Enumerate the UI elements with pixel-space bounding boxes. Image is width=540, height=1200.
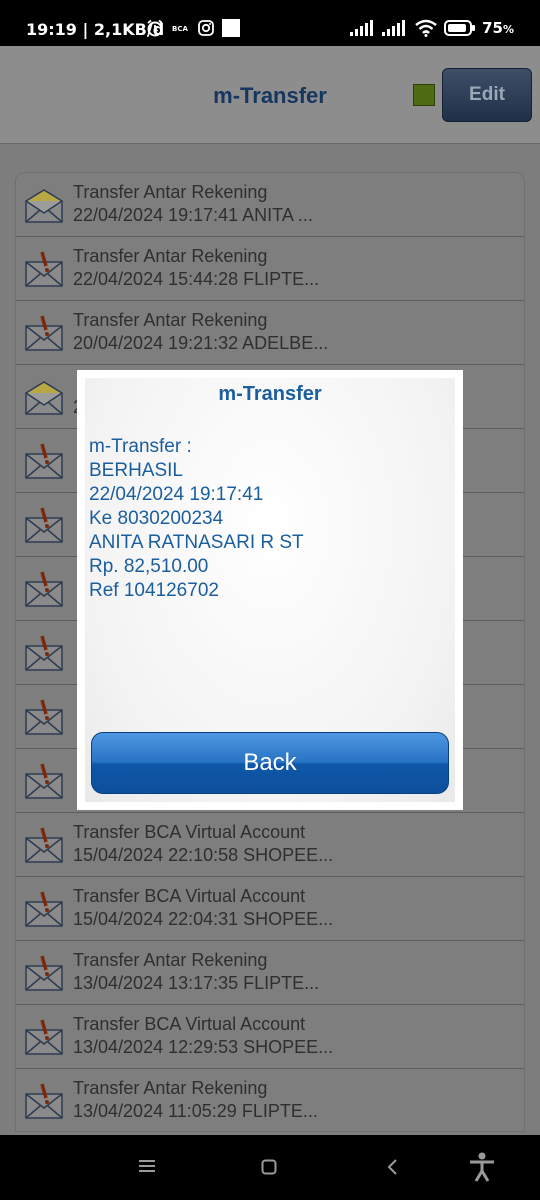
item-title: Transfer Antar Rekening xyxy=(73,246,268,266)
list-item[interactable]: Transfer BCA Virtual Account 15/04/2024 2… xyxy=(16,877,524,941)
item-detail: 13/04/2024 11:05:29 FLIPTE... xyxy=(73,1101,318,1121)
status-right-icons: 75% xyxy=(350,19,514,37)
message-line: Ke 8030200234 xyxy=(89,508,224,529)
list-item[interactable]: Transfer Antar Rekening 20/04/2024 19:21:… xyxy=(16,301,524,365)
envelope-unread-icon xyxy=(25,1019,63,1055)
signal-icon xyxy=(350,20,374,36)
message-line: ANITA RATNASARI R ST xyxy=(89,532,304,553)
list-item[interactable]: Transfer BCA Virtual Account 15/04/2024 2… xyxy=(16,813,524,877)
envelope-unread-icon xyxy=(25,891,63,927)
alarm-icon xyxy=(147,19,163,37)
envelope-unread-icon xyxy=(25,1083,63,1119)
wifi-icon xyxy=(415,19,437,37)
envelope-unread-icon xyxy=(25,827,63,863)
item-title: Transfer BCA Virtual Account xyxy=(73,886,306,906)
menu-icon[interactable] xyxy=(139,1159,155,1173)
home-icon[interactable] xyxy=(261,1159,277,1175)
list-item[interactable]: Transfer Antar Rekening 22/04/2024 19:17:… xyxy=(16,173,524,237)
instagram-icon xyxy=(198,20,214,36)
item-detail: 13/04/2024 12:29:53 SHOPEE... xyxy=(73,1037,334,1057)
status-notification-icons: BCA xyxy=(146,19,240,37)
envelope-read-icon xyxy=(25,187,63,223)
envelope-unread-icon xyxy=(25,443,63,479)
list-item[interactable]: Transfer Antar Rekening 22/04/2024 15:44:… xyxy=(16,237,524,301)
back-button[interactable]: Back xyxy=(91,732,449,794)
envelope-unread-icon xyxy=(25,955,63,991)
message-line: Rp. 82,510.00 xyxy=(89,556,209,577)
message-line: 22/04/2024 19:17:41 xyxy=(89,484,264,505)
dialog-message: m-Transfer : BERHASIL 22/04/2024 19:17:4… xyxy=(89,435,304,603)
item-detail: 22/04/2024 19:17:41 ANITA ... xyxy=(73,205,313,225)
item-title: Transfer BCA Virtual Account xyxy=(73,1014,306,1034)
signal-icon-2 xyxy=(382,20,406,36)
list-item[interactable]: Transfer BCA Virtual Account 13/04/2024 1… xyxy=(16,1005,524,1069)
item-title: Transfer Antar Rekening xyxy=(73,182,268,202)
item-title: Transfer Antar Rekening xyxy=(73,1078,268,1098)
battery-percent: 75% xyxy=(482,19,514,37)
message-line: BERHASIL xyxy=(89,460,183,481)
envelope-unread-icon xyxy=(25,763,63,799)
envelope-unread-icon xyxy=(25,699,63,735)
message-line: Ref 104126702 xyxy=(89,580,219,601)
battery-icon xyxy=(444,20,476,36)
item-detail: 13/04/2024 13:17:35 FLIPTE... xyxy=(73,973,320,993)
accessibility-icon[interactable] xyxy=(468,1152,496,1182)
item-title: Transfer Antar Rekening xyxy=(73,310,268,330)
status-time: 19:19 | 2,1KB/d xyxy=(26,20,165,39)
bca-icon: BCA xyxy=(172,25,188,33)
notification-square-icon xyxy=(222,19,240,37)
envelope-unread-icon xyxy=(25,571,63,607)
list-item[interactable]: Transfer Antar Rekening 13/04/2024 13:17:… xyxy=(16,941,524,1005)
item-detail: 22/04/2024 15:44:28 FLIPTE... xyxy=(73,269,320,289)
item-detail: 15/04/2024 22:10:58 SHOPEE... xyxy=(73,845,334,865)
app-header: m-Transfer Edit xyxy=(0,46,540,144)
edit-button[interactable]: Edit xyxy=(442,68,532,122)
list-item[interactable]: Transfer Antar Rekening 13/04/2024 11:05:… xyxy=(16,1069,524,1131)
status-indicator xyxy=(413,84,435,106)
envelope-unread-icon xyxy=(25,507,63,543)
transfer-dialog: m-Transfer m-Transfer : BERHASIL 22/04/2… xyxy=(77,370,463,810)
message-line: m-Transfer : xyxy=(89,436,192,457)
envelope-unread-icon xyxy=(25,635,63,671)
envelope-unread-icon xyxy=(25,251,63,287)
item-title: Transfer Antar Rekening xyxy=(73,950,268,970)
envelope-read-icon xyxy=(25,379,63,415)
item-title: Transfer BCA Virtual Account xyxy=(73,822,306,842)
status-bar: 19:19 | 2,1KB/d BCA 75% xyxy=(0,0,540,46)
item-detail: 15/04/2024 22:04:31 SHOPEE... xyxy=(73,909,334,929)
back-nav-icon[interactable] xyxy=(386,1158,398,1176)
envelope-unread-icon xyxy=(25,315,63,351)
system-nav-bar xyxy=(0,1135,540,1200)
dialog-title: m-Transfer xyxy=(218,383,322,405)
svg-text:BCA: BCA xyxy=(172,25,188,33)
dialog-body: m-Transfer m-Transfer : BERHASIL 22/04/2… xyxy=(85,378,455,802)
item-detail: 20/04/2024 19:21:32 ADELBE... xyxy=(73,333,329,353)
